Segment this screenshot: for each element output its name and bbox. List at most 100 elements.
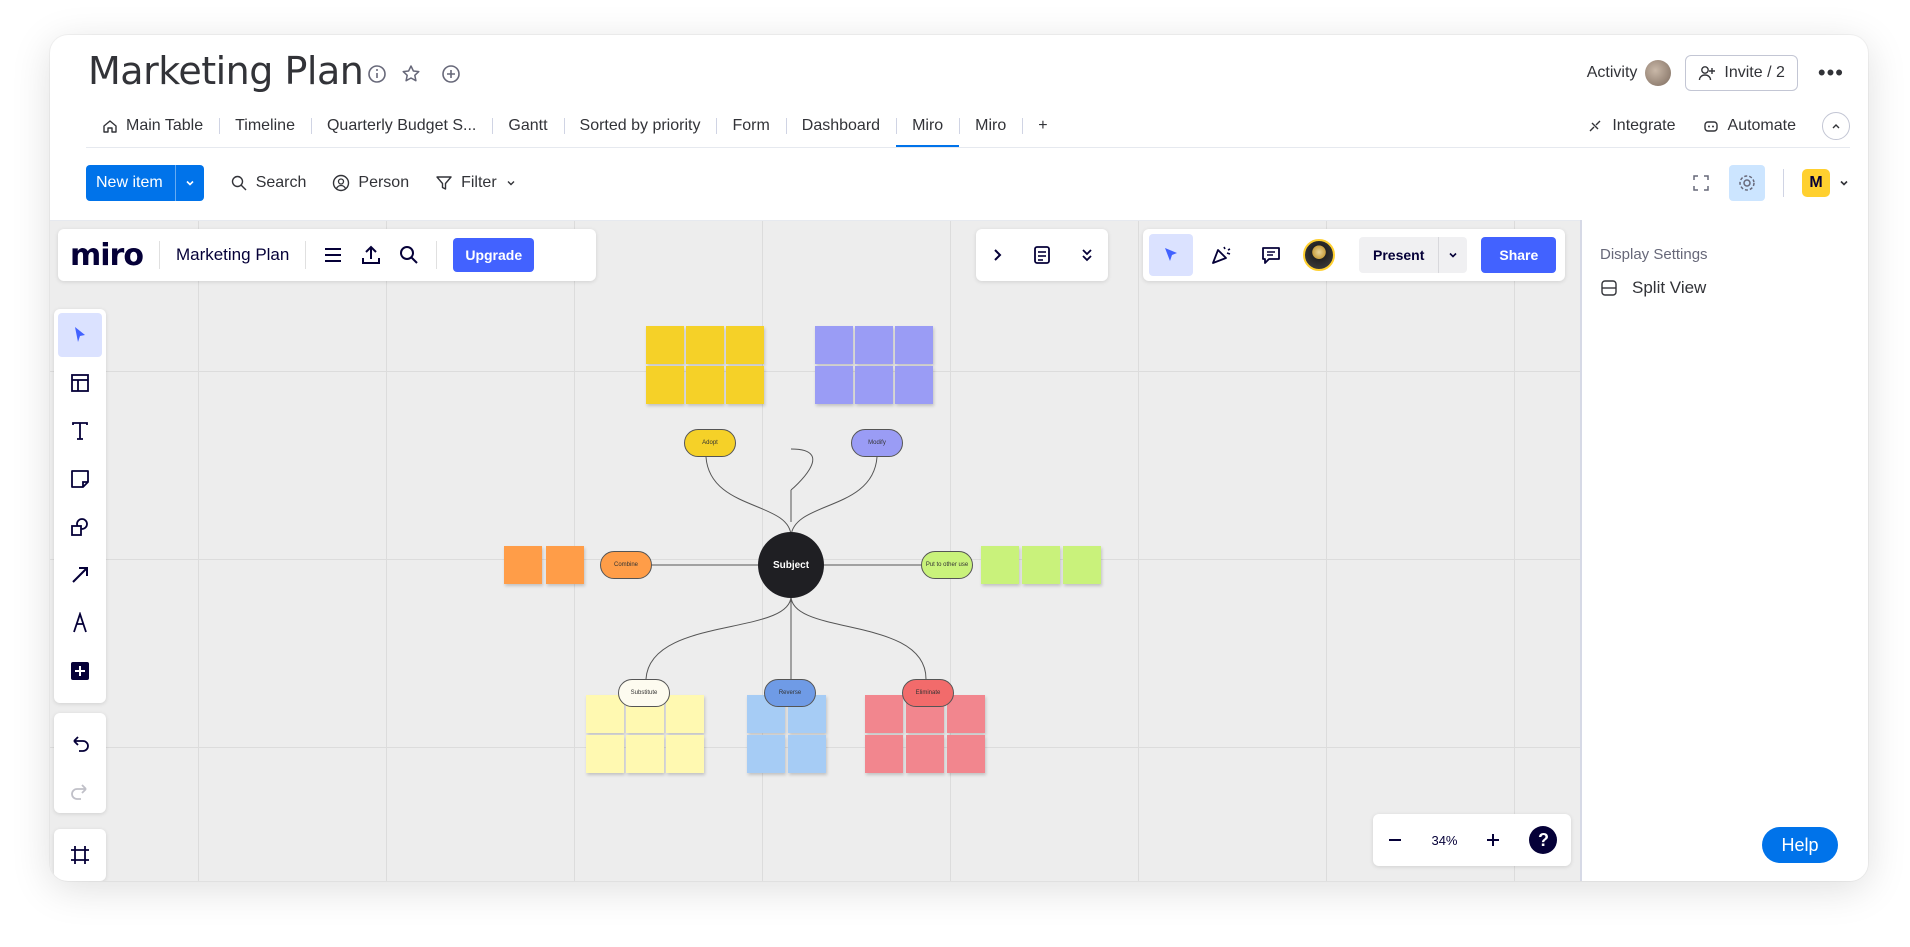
sticky-note[interactable] — [895, 326, 933, 364]
tab-timeline[interactable]: Timeline — [219, 111, 311, 141]
page-title: Marketing Plan — [88, 49, 364, 93]
tab-miro-active[interactable]: Miro — [896, 111, 960, 147]
view-actions: M — [1691, 165, 1850, 201]
branch-adopt[interactable]: Adopt — [684, 429, 736, 457]
miro-app-switcher[interactable]: M — [1802, 169, 1850, 197]
sticky-note[interactable] — [646, 366, 684, 404]
sticky-note[interactable] — [504, 546, 542, 584]
tab-main-table[interactable]: Main Table — [86, 111, 219, 141]
tab-sorted-by-priority[interactable]: Sorted by priority — [563, 111, 717, 141]
tab-form[interactable]: Form — [716, 111, 785, 141]
activity-button[interactable]: Activity — [1587, 60, 1672, 86]
sticky-note[interactable] — [686, 326, 724, 364]
filter-icon — [436, 176, 452, 190]
chevron-down-icon — [507, 181, 515, 186]
home-icon — [103, 120, 117, 133]
zoom-out-icon[interactable] — [1386, 831, 1404, 849]
filter-button[interactable]: Filter — [435, 174, 517, 192]
new-item-button[interactable]: New item — [86, 165, 204, 201]
sticky-note[interactable] — [947, 695, 985, 733]
branch-combine[interactable]: Combine — [600, 551, 652, 579]
chevron-down-icon — [1840, 180, 1848, 186]
search-label: Search — [255, 174, 307, 191]
add-view-button[interactable]: + — [1022, 111, 1063, 141]
integrate-label: Integrate — [1612, 117, 1676, 134]
add-person-icon — [1699, 66, 1716, 81]
tab-label: Sorted by priority — [579, 117, 701, 134]
chat-add-icon[interactable] — [440, 63, 462, 85]
branch-eliminate[interactable]: Eliminate — [902, 679, 954, 707]
branch-put-to-other-use[interactable]: Put to other use — [921, 551, 973, 579]
tab-miro[interactable]: Miro — [959, 111, 1022, 141]
sticky-note[interactable] — [726, 366, 764, 404]
sticky-note[interactable] — [865, 695, 903, 733]
sticky-note[interactable] — [855, 326, 893, 364]
split-view-icon — [1601, 280, 1617, 296]
zoom-level: 34% — [1431, 832, 1458, 848]
search-button[interactable]: Search — [230, 174, 307, 192]
branch-modify[interactable]: Modify — [851, 429, 903, 457]
sticky-note[interactable] — [1063, 546, 1101, 584]
tab-gantt[interactable]: Gantt — [492, 111, 563, 141]
sticky-note[interactable] — [815, 366, 853, 404]
tab-actions: Integrate Automate — [1586, 111, 1850, 141]
info-icon[interactable] — [366, 63, 388, 85]
add-view-label: + — [1038, 117, 1048, 134]
search-icon — [231, 175, 247, 191]
mindmap-center-node[interactable]: Subject — [758, 532, 824, 598]
sticky-note[interactable] — [626, 735, 664, 773]
branch-substitute[interactable]: Substitute — [618, 679, 670, 707]
star-icon[interactable] — [400, 63, 422, 85]
tab-label: Timeline — [235, 117, 295, 134]
split-view-label: Split View — [1632, 278, 1707, 297]
invite-button[interactable]: Invite / 2 — [1685, 55, 1798, 91]
sticky-note[interactable] — [788, 735, 826, 773]
tab-label: Form — [732, 117, 770, 134]
miro-board[interactable]: miro Marketing Plan Upgrade Present Shar… — [50, 220, 1580, 881]
sticky-note[interactable] — [666, 695, 704, 733]
branch-reverse[interactable]: Reverse — [764, 679, 816, 707]
integrate-icon — [1589, 120, 1601, 132]
app-window: Marketing Plan Activity Invite / 2 ••• M… — [50, 35, 1868, 881]
sticky-note[interactable] — [586, 735, 624, 773]
chevron-down-icon[interactable] — [174, 165, 204, 201]
sticky-note[interactable] — [1022, 546, 1060, 584]
divider — [1783, 169, 1784, 197]
person-label: Person — [358, 174, 410, 191]
sticky-note[interactable] — [981, 546, 1019, 584]
sticky-note[interactable] — [815, 326, 853, 364]
automate-button[interactable]: Automate — [1702, 117, 1796, 135]
sticky-note[interactable] — [906, 735, 944, 773]
new-item-label: New item — [96, 174, 163, 191]
sticky-note[interactable] — [855, 366, 893, 404]
fullscreen-icon[interactable] — [1691, 173, 1711, 193]
settings-button[interactable] — [1729, 165, 1765, 201]
filter-label: Filter — [461, 174, 497, 191]
sticky-note[interactable] — [726, 326, 764, 364]
integrate-button[interactable]: Integrate — [1586, 117, 1676, 135]
collapse-header-icon[interactable] — [1822, 112, 1850, 140]
help-button[interactable]: Help — [1762, 827, 1838, 863]
sticky-note[interactable] — [895, 366, 933, 404]
sticky-note[interactable] — [747, 735, 785, 773]
split-view-option[interactable]: Split View — [1600, 278, 1706, 298]
board-toolbar: New item Search Person Filter — [86, 165, 517, 201]
person-filter-button[interactable]: Person — [332, 174, 409, 192]
robot-icon — [1703, 121, 1718, 132]
sticky-note[interactable] — [546, 546, 584, 584]
sticky-note[interactable] — [646, 326, 684, 364]
sticky-note[interactable] — [666, 735, 704, 773]
tab-quarterly-budget[interactable]: Quarterly Budget S... — [310, 111, 492, 141]
more-options-icon[interactable]: ••• — [1812, 60, 1850, 86]
panel-title: Display Settings — [1600, 246, 1708, 263]
help-icon[interactable]: ? — [1529, 826, 1558, 854]
tab-divider — [86, 147, 1850, 148]
sticky-note[interactable] — [686, 366, 724, 404]
sticky-note[interactable] — [586, 695, 624, 733]
tab-label: Dashboard — [801, 117, 881, 134]
zoom-in-icon[interactable] — [1484, 831, 1502, 849]
tab-dashboard[interactable]: Dashboard — [785, 111, 896, 141]
automate-label: Automate — [1727, 117, 1796, 134]
sticky-note[interactable] — [947, 735, 985, 773]
sticky-note[interactable] — [865, 735, 903, 773]
